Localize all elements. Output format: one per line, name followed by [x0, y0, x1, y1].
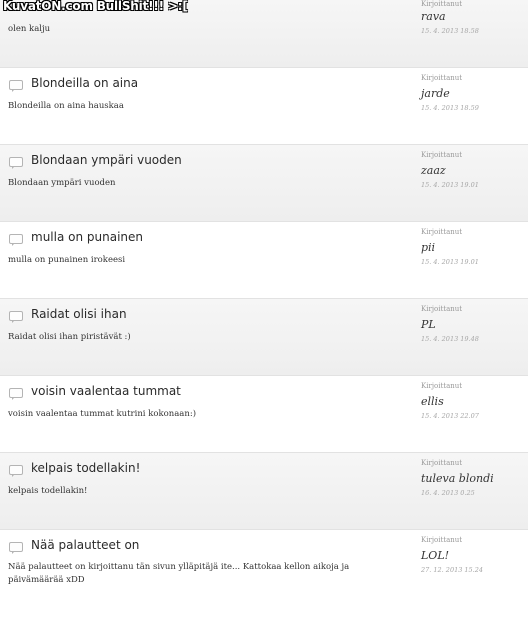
comment-body: Raidat olisi ihan piristävät :): [8, 332, 131, 342]
comment-body: Blondaan ympäri vuoden: [8, 178, 116, 188]
comment-bubble-icon: [9, 234, 23, 246]
comment-bubble-icon: [9, 157, 23, 169]
comment-body: kelpais todellakin!: [8, 486, 88, 496]
comment-post: kelpais todellakin! kelpais todellakin! …: [0, 453, 528, 530]
author-label: Kirjoittanut: [421, 305, 463, 313]
comment-author[interactable]: rava: [421, 10, 446, 23]
comment-author[interactable]: pii: [421, 241, 435, 254]
comment-body: Nää palautteet on kirjoittanu tän sivun …: [8, 562, 350, 585]
author-label: Kirjoittanut: [421, 536, 463, 544]
comment-author[interactable]: zaaz: [421, 164, 446, 177]
comment-author[interactable]: jarde: [421, 87, 450, 100]
comment-date: 27. 12. 2013 15.24: [421, 566, 484, 574]
comment-author[interactable]: LOL!: [421, 549, 449, 562]
author-label: Kirjoittanut: [421, 0, 463, 8]
author-label: Kirjoittanut: [421, 228, 463, 236]
comment-date: 15. 4. 2013 19.48: [421, 335, 479, 343]
comment-bubble-icon: [9, 542, 23, 554]
comment-body: Blondeilla on aina hauskaa: [8, 101, 124, 111]
comment-post: Nää palautteet on Nää palautteet on kirj…: [0, 530, 528, 619]
author-label: Kirjoittanut: [421, 151, 463, 159]
comment-post: Blondaan ympäri vuoden Blondaan ympäri v…: [0, 145, 528, 222]
comment-title[interactable]: mulla on punainen: [31, 230, 143, 244]
comment-date: 15. 4. 2013 18.59: [421, 104, 479, 112]
author-label: Kirjoittanut: [421, 459, 463, 467]
comment-date: 15. 4. 2013 19.01: [421, 258, 479, 266]
comment-date: 15. 4. 2013 22.07: [421, 412, 479, 420]
comment-title[interactable]: Nää palautteet on: [31, 538, 139, 552]
comment-author[interactable]: ellis: [421, 395, 444, 408]
comment-title[interactable]: voisin vaalentaa tummat: [31, 384, 181, 398]
comment-author[interactable]: tuleva blondi: [421, 472, 494, 485]
comment-bubble-icon: [9, 80, 23, 92]
comment-body: mulla on punainen irokeesi: [8, 255, 126, 265]
comment-post: Raidat olisi ihan Raidat olisi ihan piri…: [0, 299, 528, 376]
comment-title[interactable]: kelpais todellakin!: [31, 461, 140, 475]
comment-post: mulla on punainen mulla on punainen irok…: [0, 222, 528, 299]
comment-title[interactable]: Blondaan ympäri vuoden: [31, 153, 182, 167]
comment-date: 15. 4. 2013 19.01: [421, 181, 479, 189]
comment-body: olen kalju: [8, 24, 51, 34]
comment-bubble-icon: [9, 311, 23, 323]
comment-post: Blondeilla on aina Blondeilla on aina ha…: [0, 68, 528, 145]
comment-title[interactable]: Blondeilla on aina: [31, 76, 138, 90]
comment-author[interactable]: PL: [421, 318, 436, 331]
comment-bubble-icon: [9, 388, 23, 400]
comment-date: 15. 4. 2013 18.58: [421, 27, 479, 35]
comment-title[interactable]: Raidat olisi ihan: [31, 307, 127, 321]
comment-body: voisin vaalentaa tummat kutrini kokonaan…: [8, 409, 197, 419]
author-label: Kirjoittanut: [421, 382, 463, 390]
site-watermark: KuvatON.com BullShit!!! >:[: [3, 0, 188, 13]
comment-date: 16. 4. 2013 0.25: [421, 489, 475, 497]
comment-post: voisin vaalentaa tummat voisin vaalentaa…: [0, 376, 528, 453]
author-label: Kirjoittanut: [421, 74, 463, 82]
comment-bubble-icon: [9, 465, 23, 477]
